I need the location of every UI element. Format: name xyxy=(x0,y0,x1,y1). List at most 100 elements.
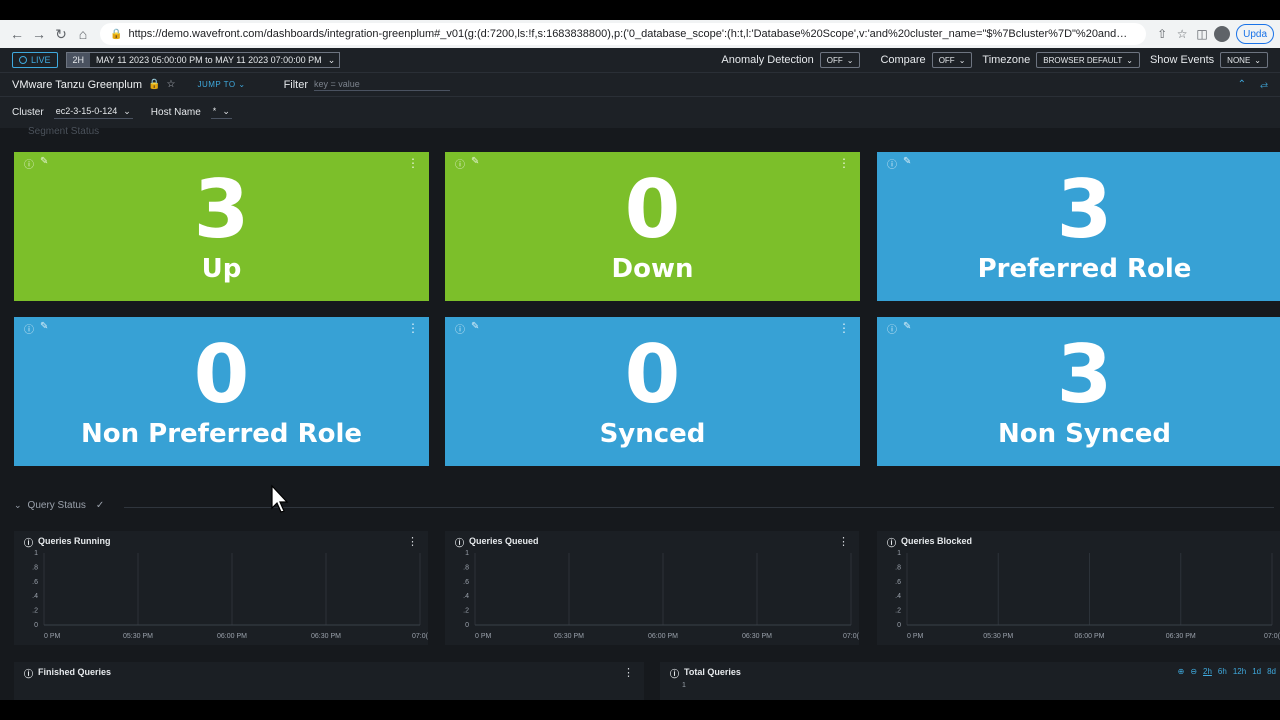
lock-icon: 🔒 xyxy=(110,28,123,40)
range-chip[interactable]: 6h xyxy=(1218,667,1227,676)
jump-to-dropdown[interactable]: JUMP TO ⌄ xyxy=(197,80,245,89)
tile-label: Down xyxy=(611,254,694,284)
range-chip[interactable]: 1d xyxy=(1252,667,1261,676)
kebab-menu-icon[interactable]: ⋮ xyxy=(623,666,634,679)
events-value: NONE xyxy=(1227,55,1251,65)
tile-up[interactable]: ⓘ ✎ ⋮ 3 Up xyxy=(14,152,429,301)
chart-queries-blocked[interactable]: 1 .8 .6 .4 .2 0 0 PM 05:30 PM 06:00 PM 06:30 PM 07… xyxy=(877,531,1280,645)
chevron-down-icon: ⌄ xyxy=(327,54,336,65)
tile-synced[interactable]: ⓘ ✎ ⋮ 0 Synced xyxy=(445,317,860,466)
reload-icon[interactable]: ↻ xyxy=(50,23,72,45)
x-tick-label: 06:30 PM xyxy=(1166,633,1196,640)
y-tick-label: .4 xyxy=(463,593,469,600)
chart-title: Queries Running xyxy=(38,536,111,546)
anomaly-value: OFF xyxy=(826,55,843,65)
tile-non-preferred-role[interactable]: ⓘ ✎ ⋮ 0 Non Preferred Role xyxy=(14,317,429,466)
kebab-menu-icon[interactable]: ⋮ xyxy=(838,535,849,548)
forward-icon[interactable]: → xyxy=(28,23,50,45)
tile-non-synced[interactable]: ⓘ ✎ 3 Non Synced xyxy=(877,317,1280,466)
tile-value: 3 xyxy=(193,163,250,256)
x-tick-label: 06:00 PM xyxy=(1075,633,1105,640)
x-tick-label: 06:00 PM xyxy=(648,633,678,640)
chevron-down-icon: ⌄ xyxy=(958,55,966,65)
zoom-out-icon[interactable]: ⊖ xyxy=(1190,667,1197,676)
time-bar: LIVE 2H MAY 11 2023 05:00:00 PM to MAY 1… xyxy=(0,48,1280,72)
x-tick-label: 07:0( xyxy=(1264,633,1280,640)
info-icon[interactable]: ⓘ xyxy=(670,667,679,680)
tile-down[interactable]: ⓘ ✎ ⋮ 0 Down xyxy=(445,152,860,301)
info-icon[interactable]: ⓘ xyxy=(455,536,464,549)
y-tick-label: 1 xyxy=(34,550,38,557)
chart-queries-queued[interactable]: 1 .8 .6 .4 .2 0 0 PM 05:30 PM 06:00 PM 06:30 PM 07… xyxy=(445,531,859,645)
chart-finished-queries[interactable]: ⓘ Finished Queries ⋮ xyxy=(14,662,644,700)
y-tick-label: 1 xyxy=(682,682,686,689)
update-button[interactable]: Upda xyxy=(1236,24,1274,44)
home-icon[interactable]: ⌂ xyxy=(72,23,94,45)
live-button[interactable]: LIVE xyxy=(12,52,58,68)
cluster-select[interactable]: ec2-3-15-0-124 ⌄ xyxy=(53,106,133,119)
chevron-down-icon: ⌄ xyxy=(222,106,230,116)
cluster-value: ec2-3-15-0-124 xyxy=(55,106,118,116)
section-divider xyxy=(124,507,1274,508)
chart-title: Queries Queued xyxy=(469,536,539,546)
bookmark-star-icon[interactable]: ☆ xyxy=(1172,24,1192,44)
y-tick-label: 1 xyxy=(897,550,901,557)
chart-total-queries[interactable]: ⓘ Total Queries 1 ⊕ ⊖ 2h 6h 12h 1d 8d xyxy=(660,662,1280,700)
filter-label: Filter xyxy=(283,78,309,91)
time-range-picker[interactable]: 2H MAY 11 2023 05:00:00 PM to MAY 11 202… xyxy=(65,52,341,68)
sidebar-icon[interactable]: ◫ xyxy=(1192,24,1212,44)
chart-title: Queries Blocked xyxy=(901,536,973,546)
x-tick-label: 05:30 PM xyxy=(554,633,584,640)
x-tick-label: 06:30 PM xyxy=(742,633,772,640)
kebab-menu-icon[interactable]: ⋮ xyxy=(407,535,418,548)
y-tick-label: .4 xyxy=(32,593,38,600)
anomaly-label: Anomaly Detection xyxy=(721,54,814,66)
share-icon[interactable]: ⇧ xyxy=(1152,24,1172,44)
range-chip[interactable]: 12h xyxy=(1233,667,1246,676)
collapse-icon[interactable]: ⌃ xyxy=(1238,79,1246,90)
lock-icon: 🔒 xyxy=(148,79,161,90)
query-status-section-header[interactable]: ⌄ Query Status ✓ xyxy=(14,500,104,511)
address-bar[interactable]: 🔒 https://demo.wavefront.com/dashboards/… xyxy=(100,23,1147,45)
y-tick-label: 0 xyxy=(34,622,38,629)
tile-value: 0 xyxy=(624,328,681,421)
dashboard-title-bar: VMware Tanzu Greenplum 🔒 ☆ JUMP TO ⌄ Fil… xyxy=(0,72,1280,96)
zoom-in-icon[interactable]: ⊕ xyxy=(1178,667,1185,676)
favorite-star-icon[interactable]: ☆ xyxy=(166,79,175,90)
compare-dropdown[interactable]: OFF ⌄ xyxy=(931,52,973,68)
tile-label: Synced xyxy=(599,419,706,449)
y-tick-label: .2 xyxy=(895,608,901,615)
x-tick-label: 0 PM xyxy=(44,633,61,640)
y-tick-label: 1 xyxy=(465,550,469,557)
live-icon xyxy=(19,56,27,64)
profile-avatar[interactable] xyxy=(1214,26,1231,42)
chart-queries-running[interactable]: 1 .8 .6 .4 .2 0 0 PM 05:30 PM 06:00 PM 06:30 PM 07… xyxy=(14,531,428,645)
tile-value: 3 xyxy=(1056,163,1113,256)
y-tick-label: .8 xyxy=(895,564,901,571)
tile-preferred-role[interactable]: ⓘ ✎ 3 Preferred Role xyxy=(877,152,1280,301)
chart-title: Finished Queries xyxy=(38,667,112,677)
timezone-dropdown[interactable]: BROWSER DEFAULT ⌄ xyxy=(1036,52,1140,68)
tile-label: Non Synced xyxy=(997,419,1172,449)
info-icon[interactable]: ⓘ xyxy=(24,667,33,680)
tile-value: 0 xyxy=(193,328,250,421)
x-tick-label: 06:00 PM xyxy=(217,633,247,640)
range-chip[interactable]: 2h xyxy=(1203,667,1212,676)
y-tick-label: 0 xyxy=(897,622,901,629)
info-icon[interactable]: ⓘ xyxy=(24,536,33,549)
share-icon[interactable]: ⥄ xyxy=(1260,79,1268,90)
y-tick-label: .4 xyxy=(895,593,901,600)
anomaly-dropdown[interactable]: OFF ⌄ xyxy=(819,52,861,68)
y-tick-label: .6 xyxy=(463,579,469,586)
range-chip[interactable]: 8d xyxy=(1267,667,1276,676)
info-icon[interactable]: ⓘ xyxy=(887,536,896,549)
x-tick-label: 06:30 PM xyxy=(311,633,341,640)
y-tick-label: .2 xyxy=(32,608,38,615)
filter-input[interactable]: key = value xyxy=(314,79,451,91)
host-select[interactable]: * ⌄ xyxy=(210,106,232,119)
chevron-down-icon: ⌄ xyxy=(1126,55,1133,65)
events-dropdown[interactable]: NONE ⌄ xyxy=(1220,52,1268,68)
jump-to-label: JUMP TO xyxy=(197,80,236,89)
letterbox-top xyxy=(0,0,1280,20)
back-icon[interactable]: ← xyxy=(6,23,28,45)
